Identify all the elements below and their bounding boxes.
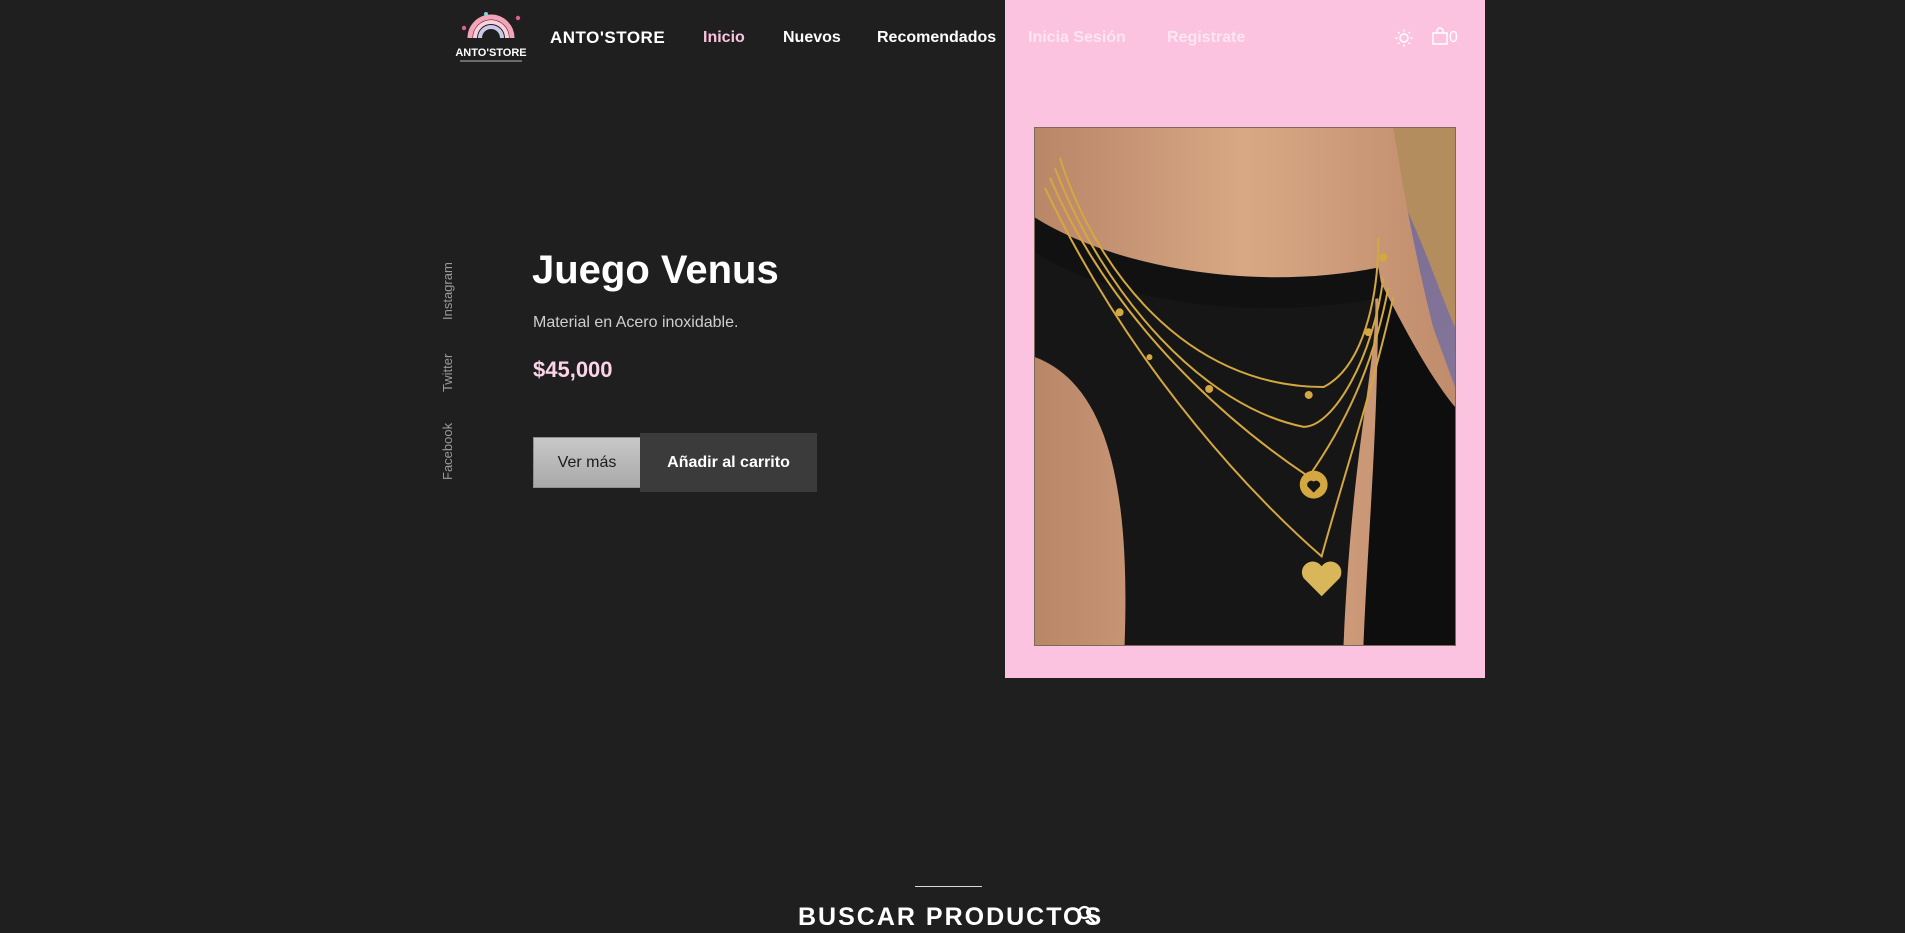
nav-recomendados[interactable]: Recomendados	[877, 29, 996, 47]
social-twitter[interactable]: Twitter	[440, 354, 455, 392]
view-more-button[interactable]: Ver más	[533, 437, 641, 488]
product-title: Juego Venus	[532, 248, 779, 292]
cart-count[interactable]: 0	[1449, 29, 1458, 47]
product-description: Material en Acero inoxidable.	[533, 314, 739, 331]
section-divider	[915, 886, 982, 887]
sun-icon[interactable]	[1394, 28, 1414, 48]
nav-nuevos[interactable]: Nuevos	[783, 29, 841, 47]
search-section-title: BUSCAR PRODUCTOS	[798, 903, 1104, 931]
social-facebook[interactable]: Facebook	[440, 423, 455, 480]
page: ANTO'STORE ANTO'STORE Inicio Nuevos Reco…	[0, 0, 1905, 933]
product-image	[1034, 127, 1456, 646]
product-price: $45,000	[533, 357, 613, 382]
store-logo[interactable]: ANTO'STORE	[450, 4, 532, 68]
nav-inicio[interactable]: Inicio	[703, 29, 745, 47]
shopping-bag-icon[interactable]	[1430, 26, 1450, 46]
brand-name[interactable]: ANTO'STORE	[550, 28, 665, 48]
social-instagram[interactable]: Instagram	[440, 262, 455, 320]
nav-inicia-sesion[interactable]: Inicia Sesión	[1028, 29, 1126, 47]
site-header: ANTO'STORE ANTO'STORE Inicio Nuevos Reco…	[0, 0, 1905, 76]
nav-registrate[interactable]: Registrate	[1167, 29, 1245, 47]
search-icon[interactable]	[1076, 904, 1098, 926]
add-to-cart-button[interactable]: Añadir al carrito	[640, 433, 817, 492]
logo-text: ANTO'STORE	[455, 47, 526, 59]
